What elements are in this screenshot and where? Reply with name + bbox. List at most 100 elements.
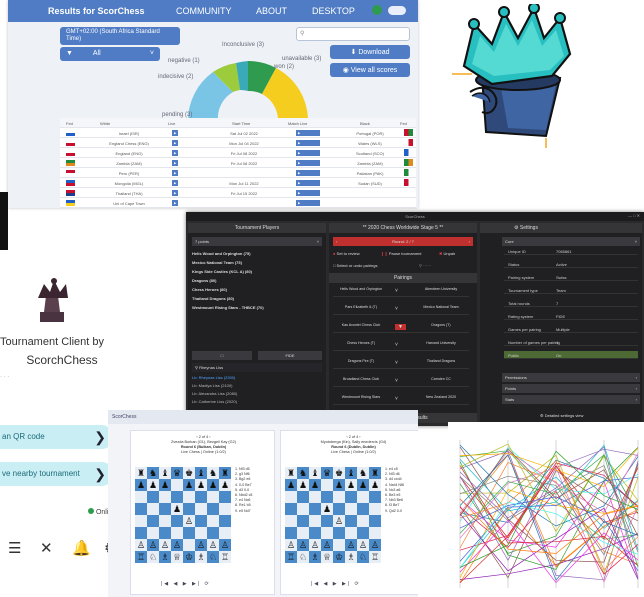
board-square[interactable]: ♛ bbox=[171, 467, 183, 479]
match-live-button[interactable]: ▶ bbox=[296, 200, 320, 206]
board-square[interactable] bbox=[309, 503, 321, 515]
board-square[interactable] bbox=[171, 491, 183, 503]
scan-qr-button[interactable]: an QR code ❯ bbox=[0, 425, 112, 449]
board-square[interactable]: ♜ bbox=[285, 467, 297, 479]
pairing-row[interactable]: Broadland Chess Club ˅ Camden CC bbox=[333, 375, 469, 387]
board-square[interactable]: ♘ bbox=[207, 551, 219, 563]
pairing-row[interactable]: Hells Wood and Orpington ˅ Aberdeen Univer… bbox=[333, 285, 469, 297]
black-team[interactable]: Zambia (ZAM) bbox=[340, 161, 400, 166]
board-square[interactable]: ♟ bbox=[183, 479, 195, 491]
theme-toggle[interactable] bbox=[388, 6, 406, 15]
board-square[interactable] bbox=[171, 479, 183, 491]
board-square[interactable]: ♙ bbox=[321, 539, 333, 551]
table-row[interactable]: Zambia (ZAM) ▶ Fri Jul 08 2022 ▶ Zambia (ZAM… bbox=[60, 158, 416, 168]
pairing-row[interactable]: Kas Avontel Chess Club ▼ Dragons (T) bbox=[333, 321, 469, 333]
board-square[interactable] bbox=[345, 515, 357, 527]
board-square[interactable]: ♟ bbox=[207, 479, 219, 491]
board-square[interactable]: ♝ bbox=[345, 467, 357, 479]
board-square[interactable]: ♙ bbox=[219, 539, 231, 551]
core-section-toggle[interactable]: Core ˅ bbox=[502, 237, 640, 246]
board-square[interactable]: ♛ bbox=[321, 467, 333, 479]
board-square[interactable] bbox=[369, 503, 381, 515]
board-square[interactable] bbox=[171, 527, 183, 539]
board-square[interactable]: ♙ bbox=[297, 539, 309, 551]
live-stream-button[interactable]: ▶ bbox=[172, 160, 179, 166]
menu-icon[interactable]: ☰ bbox=[8, 539, 21, 557]
table-row[interactable]: Uni of Cape Town ▶ ▶ bbox=[60, 198, 416, 208]
chevron-down-icon[interactable]: ˅ bbox=[395, 360, 398, 366]
board-square[interactable]: ♗ bbox=[159, 551, 171, 563]
table-row[interactable]: Thailand (THA) ▶ Fri Jul 15 2022 ▶ bbox=[60, 188, 416, 198]
board-square[interactable] bbox=[369, 491, 381, 503]
live-stream-button[interactable]: ▶ bbox=[172, 170, 179, 176]
board-square[interactable] bbox=[183, 527, 195, 539]
match-live-button[interactable]: ▶ bbox=[296, 170, 320, 176]
board-square[interactable] bbox=[135, 527, 147, 539]
pairing-row[interactable]: Westmount Rising Stars ˅ New Zealand 2020 bbox=[333, 393, 469, 405]
board-square[interactable] bbox=[321, 491, 333, 503]
settings-section-toggle[interactable]: Points ‹ bbox=[502, 384, 640, 393]
property-row[interactable]: Public On bbox=[504, 351, 638, 359]
board-square[interactable] bbox=[297, 527, 309, 539]
result-badge[interactable]: ▼ bbox=[395, 324, 406, 330]
nav-desktop[interactable]: DESKTOP bbox=[312, 6, 355, 16]
chess-board[interactable]: ♜ ♞ ♝ ♛ ♚ ♝ ♞ ♜ ♟ ♟ ♟ ♟ ♟ ♟ ♟ ♟ ♙ ♙ ♙ ♙ ♙ ♙ ♙ ♙ ♖ ♘ ♗ ♕ ♔ ♗ ♘ ♖ bbox=[285, 467, 381, 563]
white-team[interactable]: Zambia (ZAM) bbox=[94, 161, 164, 166]
white-team[interactable]: Israel (ISR) bbox=[94, 131, 164, 136]
match-live-button[interactable]: ▶ bbox=[296, 150, 320, 156]
board-square[interactable]: ♜ bbox=[135, 467, 147, 479]
settings-section-toggle[interactable]: Stats ‹ bbox=[502, 395, 640, 404]
board-square[interactable] bbox=[207, 503, 219, 515]
board-square[interactable]: ♞ bbox=[357, 467, 369, 479]
chess-board[interactable]: ♜ ♞ ♝ ♛ ♚ ♝ ♞ ♜ ♟ ♟ ♟ ♟ ♟ ♟ ♟ ♟ ♙ ♙ ♙ ♙ ♙ ♙ ♙ ♙ ♖ ♘ ♗ ♕ ♔ ♗ ♘ ♖ bbox=[135, 467, 231, 563]
board-square[interactable]: ♙ bbox=[309, 539, 321, 551]
board-square[interactable]: ♟ bbox=[195, 479, 207, 491]
board-square[interactable]: ♕ bbox=[171, 551, 183, 563]
board-square[interactable]: ♚ bbox=[333, 467, 345, 479]
board-square[interactable] bbox=[183, 539, 195, 551]
white-team[interactable]: England (ENG) bbox=[94, 151, 164, 156]
board-square[interactable] bbox=[135, 491, 147, 503]
board-square[interactable] bbox=[309, 491, 321, 503]
board-square[interactable]: ♙ bbox=[285, 539, 297, 551]
board-square[interactable] bbox=[333, 491, 345, 503]
board-square[interactable] bbox=[333, 503, 345, 515]
property-row[interactable]: Tournament type Team bbox=[504, 286, 638, 294]
board-square[interactable] bbox=[321, 527, 333, 539]
board-square[interactable] bbox=[195, 527, 207, 539]
board-square[interactable] bbox=[183, 503, 195, 515]
bell-icon[interactable]: 🔔 bbox=[72, 539, 91, 557]
board-square[interactable] bbox=[207, 527, 219, 539]
nav-community[interactable]: COMMUNITY bbox=[176, 6, 232, 16]
board-square[interactable]: ♟ bbox=[297, 479, 309, 491]
table-row[interactable]: Peru (PER) ▶ ▶ Pakistan (PAK) bbox=[60, 168, 416, 178]
live-stream-button[interactable]: ▶ bbox=[172, 130, 179, 136]
board-square[interactable]: ♖ bbox=[285, 551, 297, 563]
board-square[interactable] bbox=[159, 515, 171, 527]
team-list-item[interactable]: Hells Wood and Orpington (75) bbox=[192, 251, 251, 256]
board-square[interactable]: ♗ bbox=[345, 551, 357, 563]
board-square[interactable] bbox=[219, 491, 231, 503]
property-row[interactable]: Number of games per pairing 4 bbox=[504, 338, 638, 346]
board-square[interactable]: ♟ bbox=[159, 479, 171, 491]
board-square[interactable]: ♙ bbox=[159, 539, 171, 551]
black-team[interactable]: Sudan (SUD) bbox=[340, 181, 400, 186]
board-square[interactable] bbox=[195, 503, 207, 515]
match-live-button[interactable]: ▶ bbox=[296, 160, 320, 166]
board-square[interactable] bbox=[147, 515, 159, 527]
board-square[interactable] bbox=[285, 503, 297, 515]
board-square[interactable] bbox=[357, 503, 369, 515]
board-square[interactable] bbox=[357, 527, 369, 539]
board-square[interactable] bbox=[333, 539, 345, 551]
match-live-button[interactable]: ▶ bbox=[296, 140, 320, 146]
board-square[interactable]: ♞ bbox=[297, 467, 309, 479]
board-square[interactable]: ♗ bbox=[309, 551, 321, 563]
team-list-item[interactable]: Mexico National Team (75) bbox=[192, 260, 242, 265]
white-team[interactable]: England Chess (ENG) bbox=[94, 141, 164, 146]
fide-button[interactable]: FIDE bbox=[258, 351, 322, 360]
web-brand[interactable]: Results for ScorChess bbox=[48, 6, 145, 16]
chevron-down-icon[interactable]: ˅ bbox=[395, 288, 398, 294]
board-square[interactable]: ♟ bbox=[147, 479, 159, 491]
board-square[interactable]: ♗ bbox=[195, 551, 207, 563]
board-square[interactable]: ♜ bbox=[369, 467, 381, 479]
